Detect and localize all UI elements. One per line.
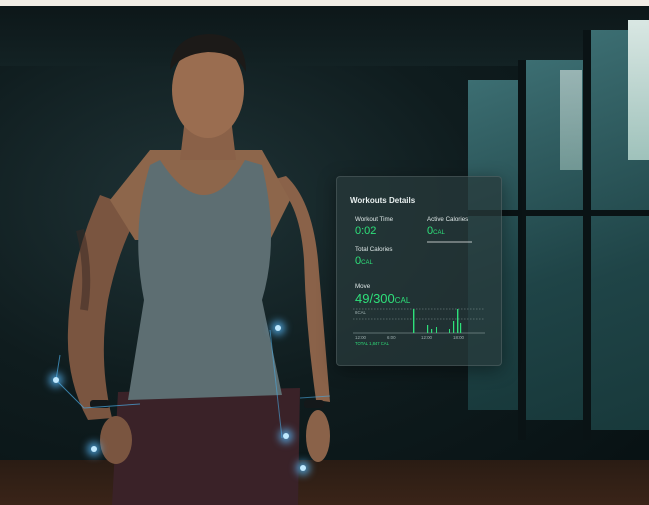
move-label: Move xyxy=(355,283,371,290)
active-calories-label: Active Calories xyxy=(427,216,469,223)
sensor-glow xyxy=(283,433,289,439)
divider xyxy=(427,241,472,243)
photo-scene: Workouts Details Workout Time 0:02 Activ… xyxy=(0,0,649,505)
workout-time-value: 0:02 xyxy=(355,225,377,237)
total-calories-label: Total Calories xyxy=(355,246,393,253)
panel-title: Workouts Details xyxy=(350,196,416,205)
tick-label: 12:00 xyxy=(355,335,366,340)
tick-label: 12:00 xyxy=(421,335,432,340)
workout-details-panel: Workouts Details Workout Time 0:02 Activ… xyxy=(336,176,502,366)
move-value: 49/300CAL xyxy=(355,291,411,306)
active-calories-value: 0CAL xyxy=(427,225,445,237)
move-activity-chart xyxy=(353,308,485,334)
total-calories-value: 0CAL xyxy=(355,255,373,267)
tick-label: 6:00 xyxy=(387,335,396,340)
workout-time-label: Workout Time xyxy=(355,216,394,223)
athlete-figure xyxy=(55,34,331,505)
chart-unit-label: 8CAL xyxy=(355,310,366,315)
sensor-glow xyxy=(275,325,281,331)
tick-label: 18:00 xyxy=(453,335,464,340)
sensor-glow xyxy=(300,465,306,471)
total-summary: TOTAL 1,847 CAL xyxy=(355,341,389,346)
sensor-glow xyxy=(91,446,97,452)
sensor-glow xyxy=(53,377,59,383)
